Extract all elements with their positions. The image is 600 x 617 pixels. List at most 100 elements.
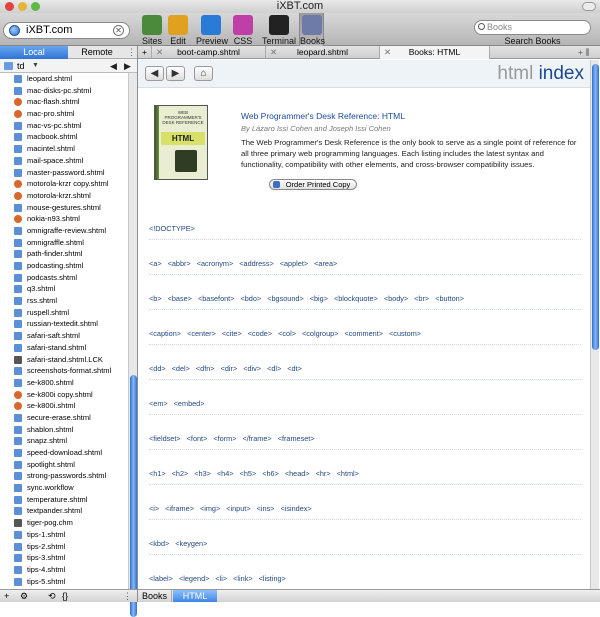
tag-link[interactable]: <dir>	[221, 364, 238, 373]
tag-link[interactable]: <colgroup>	[302, 329, 339, 338]
tag-link[interactable]: <isindex>	[280, 504, 311, 513]
tag-link[interactable]: <cite>	[222, 329, 242, 338]
file-list-item[interactable]: mac-disks-pc.shtml	[0, 85, 127, 97]
file-list-item[interactable]: omnigraffe-review.shtml	[0, 225, 127, 237]
breadcrumb-html[interactable]: HTML	[173, 590, 217, 602]
close-tab-icon[interactable]: ✕	[156, 46, 163, 59]
file-list-item[interactable]: mac-pro.shtml	[0, 108, 127, 120]
tab-remote[interactable]: Remote	[68, 46, 126, 59]
tag-link[interactable]: <em>	[149, 399, 168, 408]
tag-link[interactable]: <button>	[435, 294, 464, 303]
pane-menu-icon[interactable]: ⋮	[126, 46, 137, 59]
file-list-item[interactable]: motorola-krzr copy.shtml	[0, 178, 127, 190]
tab-local[interactable]: Local	[0, 46, 68, 59]
tag-link[interactable]: <h2>	[172, 469, 189, 478]
breadcrumb-books[interactable]: Books	[138, 590, 172, 602]
tab-overflow-icon[interactable]: + ⫼	[578, 46, 589, 59]
toolbar-toggle-button[interactable]	[582, 2, 596, 11]
tag-link[interactable]: <area>	[314, 259, 337, 268]
order-printed-copy-button[interactable]: Order Printed Copy	[269, 179, 357, 190]
file-list-item[interactable]: nokia-n93.shtml	[0, 213, 127, 225]
file-list-item[interactable]: se-k800i.shtml	[0, 400, 127, 412]
file-list-item[interactable]: spotlight.shtml	[0, 459, 127, 471]
tag-link[interactable]: <h4>	[217, 469, 234, 478]
toolbar-button-preview[interactable]: Preview	[196, 13, 228, 46]
file-list-item[interactable]: omnigraffle.shtml	[0, 237, 127, 249]
tag-link[interactable]: <custom>	[389, 329, 421, 338]
tag-link[interactable]: <hr>	[316, 469, 331, 478]
forward-arrow-icon[interactable]: ▶	[124, 59, 131, 73]
new-tab-icon[interactable]: +	[138, 46, 152, 59]
tag-link[interactable]: <caption>	[149, 329, 181, 338]
file-list-item[interactable]: mac-vs-pc.shtml	[0, 120, 127, 132]
tag-link[interactable]: <comment>	[345, 329, 384, 338]
file-list-item[interactable]: speed-download.shtml	[0, 447, 127, 459]
tag-link[interactable]: <label>	[149, 574, 173, 583]
file-list-item[interactable]: mouse-gestures.shtml	[0, 202, 127, 214]
close-tab-icon[interactable]: ✕	[384, 46, 391, 59]
tag-link[interactable]: <body>	[384, 294, 408, 303]
tag-link[interactable]: <h3>	[194, 469, 211, 478]
tag-link[interactable]: <b>	[149, 294, 162, 303]
tag-link[interactable]: <fieldset>	[149, 434, 181, 443]
back-arrow-icon[interactable]: ◀	[110, 59, 117, 73]
tag-link[interactable]: <base>	[168, 294, 192, 303]
close-tab-icon[interactable]: ✕	[270, 46, 277, 59]
book-title[interactable]: Web Programmer's Desk Reference: HTML	[241, 111, 405, 121]
file-list-item[interactable]: se-k800.shtml	[0, 377, 127, 389]
close-window-icon[interactable]	[5, 2, 14, 11]
file-list-scrollbar[interactable]	[128, 73, 137, 617]
file-list-item[interactable]: tips-4.shtml	[0, 564, 127, 576]
tag-link[interactable]: <a>	[149, 259, 162, 268]
tag-link[interactable]: <big>	[310, 294, 328, 303]
tag-link[interactable]: <dl>	[267, 364, 281, 373]
tag-link[interactable]: <legend>	[179, 574, 209, 583]
tag-link[interactable]: <frameset>	[278, 434, 315, 443]
file-list-item[interactable]: strong-passwords.shtml	[0, 470, 127, 482]
tag-link[interactable]: <col>	[278, 329, 296, 338]
toolbar-button-css[interactable]: CSS	[232, 13, 254, 46]
tag-link[interactable]: <dd>	[149, 364, 166, 373]
scrollbar-thumb[interactable]	[592, 64, 599, 350]
file-list-item[interactable]: mac-flash.shtml	[0, 96, 127, 108]
tab-leopard[interactable]: ✕ leopard.shtml	[266, 46, 380, 59]
file-list-item[interactable]: tips-1.shtml	[0, 529, 127, 541]
tag-link[interactable]: <bdo>	[240, 294, 261, 303]
file-list-item[interactable]: shablon.shtml	[0, 424, 127, 436]
file-list-item[interactable]: macintel.shtml	[0, 143, 127, 155]
file-list-item[interactable]: podcasting.shtml	[0, 260, 127, 272]
tag-link[interactable]: <kbd>	[149, 539, 169, 548]
tag-link[interactable]: <code>	[248, 329, 272, 338]
zoom-window-icon[interactable]	[31, 2, 40, 11]
tag-link[interactable]: <address>	[239, 259, 273, 268]
tag-link[interactable]: <acronym>	[197, 259, 234, 268]
tag-link[interactable]: <blockquote>	[334, 294, 378, 303]
books-search-input[interactable]: Books	[474, 20, 591, 35]
file-list-item[interactable]: mail-space.shtml	[0, 155, 127, 167]
tag-link[interactable]: </frame>	[242, 434, 271, 443]
file-list-item[interactable]: motorola-krzr.shtml	[0, 190, 127, 202]
file-list-item[interactable]: temperature.shtml	[0, 494, 127, 506]
file-list-item[interactable]: safari-saft.shtml	[0, 330, 127, 342]
tag-link[interactable]: <head>	[285, 469, 310, 478]
file-list-item[interactable]: safari-stand.shtml.LCK	[0, 354, 127, 366]
tag-link[interactable]: <!DOCTYPE>	[149, 224, 195, 233]
tag-link[interactable]: <iframe>	[165, 504, 194, 513]
file-list-item[interactable]: safari-stand.shtml	[0, 342, 127, 354]
tag-link[interactable]: <br>	[414, 294, 429, 303]
file-list-item[interactable]: screenshots-format.shtml	[0, 365, 127, 377]
tag-link[interactable]: <link>	[233, 574, 252, 583]
file-list-item[interactable]: macbook.shtml	[0, 131, 127, 143]
tag-link[interactable]: <bgsound>	[267, 294, 304, 303]
file-list-item[interactable]: sync.workflow	[0, 482, 127, 494]
tag-link[interactable]: <div>	[243, 364, 261, 373]
tag-link[interactable]: <ins>	[257, 504, 275, 513]
file-list-item[interactable]: ruspell.shtml	[0, 307, 127, 319]
toolbar-button-terminal[interactable]: Terminal	[261, 13, 297, 46]
file-list-item[interactable]: se-k800i copy.shtml	[0, 389, 127, 401]
resize-handle-icon[interactable]: ⋮	[123, 590, 132, 602]
tab-books-html[interactable]: ✕ Books: HTML	[380, 46, 490, 59]
file-list-item[interactable]: snapz.shtml	[0, 435, 127, 447]
tag-link[interactable]: <h6>	[262, 469, 279, 478]
braces-icon[interactable]: {}	[62, 590, 68, 602]
